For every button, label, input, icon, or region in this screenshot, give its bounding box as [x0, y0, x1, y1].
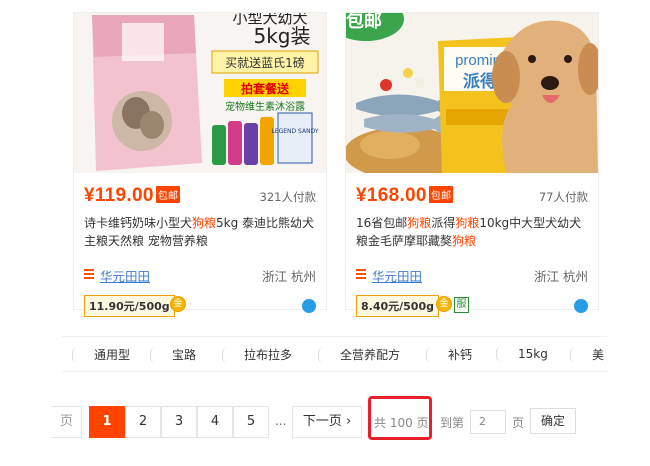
unit-price: 8.40元/500g: [356, 295, 439, 317]
price: ¥119.00 包邮: [84, 185, 181, 206]
page-button-5[interactable]: 5: [233, 406, 269, 438]
wangwang-chat-icon[interactable]: [302, 299, 316, 313]
free-shipping-badge: 包邮: [155, 186, 181, 203]
product-image[interactable]: 包邮 promin 派得: [346, 13, 598, 173]
unit-row: 8.40元/500g 金 服: [356, 295, 588, 317]
shop-icon: [356, 269, 366, 279]
product-image[interactable]: 买就送蓝氏1磅 拍套餐送 宠物维生素沐浴露 小型犬幼犬 5kg装 LEGEND …: [74, 13, 326, 173]
image-promo-text: 宠物维生素沐浴露: [225, 100, 305, 113]
image-heading-text: 包邮: [346, 13, 382, 32]
highlight-annotation-box: [368, 396, 432, 440]
page-unit-label: 页: [512, 416, 525, 430]
tag-item[interactable]: 拉布拉多: [222, 346, 292, 363]
page-button-4[interactable]: 4: [197, 406, 233, 438]
tag-item[interactable]: 15kg: [496, 346, 548, 362]
price: ¥168.00 包邮: [356, 185, 454, 206]
gold-seller-icon[interactable]: 金: [436, 296, 452, 312]
page-button-3[interactable]: 3: [161, 406, 197, 438]
page-button-1[interactable]: 1: [89, 406, 125, 438]
shop-name-link[interactable]: 华元田田: [100, 266, 150, 285]
price-row: ¥168.00 包邮 77人付款: [356, 185, 588, 209]
free-shipping-badge: 包邮: [428, 186, 454, 203]
image-promo-text: 拍套餐送: [241, 81, 290, 96]
product-title-link[interactable]: 诗卡维钙奶味小型犬狗粮5kg 泰迪比熊幼犬主粮天然粮 宠物营养粮: [84, 214, 318, 250]
next-page-button[interactable]: 下一页 ›: [292, 406, 362, 438]
prev-page-button[interactable]: 页: [52, 406, 82, 438]
confirm-button[interactable]: 确定: [530, 408, 576, 434]
tag-item[interactable]: 美: [570, 346, 604, 363]
sold-count: 77人付款: [538, 190, 588, 204]
image-bag-text: LEGEND SANDY: [271, 128, 318, 135]
product-title-link[interactable]: 16省包邮狗粮派得狗粮10kg中大型犬幼犬粮金毛萨摩耶藏獒狗粮: [356, 214, 590, 250]
related-tags-bar: 通用型 宝路 拉布拉多 全营养配方 补钙 15kg 美: [62, 336, 607, 372]
shop-row: 华元田田 浙江 杭州: [356, 266, 588, 284]
chevron-right-icon: ›: [345, 414, 352, 429]
image-heading-text: 5kg装: [253, 24, 310, 48]
shop-name-link[interactable]: 华元田田: [372, 266, 422, 285]
tag-item[interactable]: 宝路: [150, 346, 196, 363]
location: 浙江 杭州: [534, 269, 588, 284]
goto-label: 到第: [440, 416, 465, 430]
product-card[interactable]: 包邮 promin 派得 ¥168.00 包邮 77人付款 16省包邮狗粮派得狗…: [345, 12, 599, 317]
product-card[interactable]: 买就送蓝氏1磅 拍套餐送 宠物维生素沐浴露 小型犬幼犬 5kg装 LEGEND …: [73, 12, 327, 317]
unit-price: 11.90元/500g: [84, 295, 175, 317]
pagination-ellipsis: ...: [275, 414, 287, 428]
price-row: ¥119.00 包邮 321人付款: [84, 185, 316, 209]
tag-item[interactable]: 补钙: [426, 346, 472, 363]
shop-row: 华元田田 浙江 杭州: [84, 266, 316, 284]
image-brand-text: 派得: [463, 71, 497, 92]
image-promo-text: 买就送蓝氏1磅: [225, 55, 305, 70]
sold-count: 321人付款: [259, 190, 316, 204]
location: 浙江 杭州: [262, 269, 316, 284]
shop-icon: [84, 269, 94, 279]
goto-page-input[interactable]: 2: [470, 410, 506, 434]
tag-item[interactable]: 通用型: [72, 346, 130, 363]
unit-row: 11.90元/500g 金: [84, 295, 316, 317]
wangwang-chat-icon[interactable]: [574, 299, 588, 313]
gold-seller-icon[interactable]: 金: [170, 296, 186, 312]
tag-item[interactable]: 全营养配方: [318, 346, 400, 363]
service-badge-icon[interactable]: 服: [454, 297, 469, 313]
page-button-2[interactable]: 2: [125, 406, 161, 438]
